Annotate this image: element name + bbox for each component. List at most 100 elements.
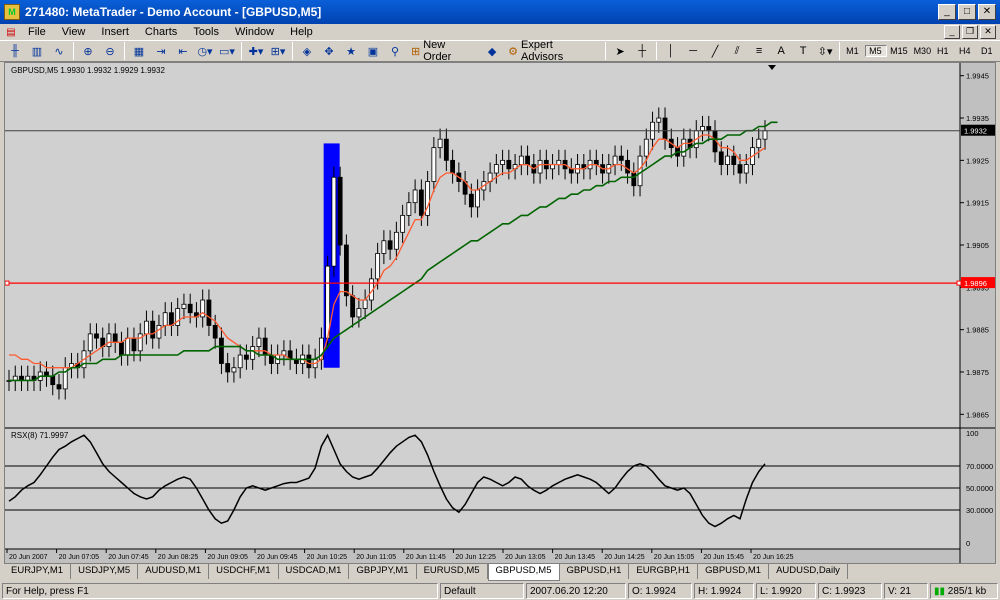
timeframe-m15[interactable]: M15 — [887, 46, 910, 56]
time-tick-label: 20 Jun 09:45 — [257, 554, 298, 561]
tab-usdcad[interactable]: USDCAD,M1 — [279, 564, 350, 579]
menu-window[interactable]: Window — [227, 26, 282, 38]
navigator-icon[interactable]: ◈ — [298, 42, 316, 60]
favorites-icon[interactable]: ★ — [342, 42, 360, 60]
timeframe-d1[interactable]: D1 — [978, 46, 1000, 56]
zoom-out-icon[interactable]: ⊖ — [101, 42, 119, 60]
indicator-label: RSX(8) 71.9997 — [11, 431, 69, 440]
tab-eurjpy[interactable]: EURJPY,M1 — [4, 564, 72, 579]
candle-body — [362, 299, 368, 309]
minimize-button[interactable]: _ — [938, 4, 956, 20]
tab-gbpusd-m1[interactable]: GBPUSD,M1 — [698, 564, 770, 579]
chart-window[interactable]: 1.99451.99351.99251.99151.99051.98951.98… — [4, 62, 996, 564]
timeframe-m30[interactable]: M30 — [911, 46, 934, 56]
time-tick-label: 20 Jun 07:05 — [59, 554, 100, 561]
metaeditor-icon[interactable]: ◆ — [483, 42, 501, 60]
chart-restore-button[interactable]: ❐ — [962, 25, 978, 39]
candle-body — [493, 164, 499, 174]
chart-minimize-button[interactable]: _ — [944, 25, 960, 39]
strategy-tester-icon[interactable]: ⚲ — [386, 42, 404, 60]
expert-advisors-button[interactable]: ⚙ Expert Advisors — [505, 39, 600, 63]
menu-bar: ▤ File View Insert Charts Tools Window H… — [0, 24, 1000, 40]
time-tick-label: 20 Jun 09:05 — [207, 554, 248, 561]
candle-body — [431, 147, 437, 182]
candle-body — [206, 299, 212, 326]
tab-audusd-daily[interactable]: AUDUSD,Daily — [769, 564, 848, 579]
tab-gbpusd-h1[interactable]: GBPUSD,H1 — [560, 564, 630, 579]
status-volume: V: 21 — [884, 583, 928, 599]
candle-body — [406, 202, 412, 216]
menu-tools[interactable]: Tools — [185, 26, 227, 38]
price-tick-label: 1.9945 — [966, 72, 989, 81]
bar-chart-icon[interactable]: ╫ — [6, 42, 24, 60]
menu-view[interactable]: View — [54, 26, 94, 38]
time-tick-label: 20 Jun 07:45 — [108, 554, 149, 561]
fibonacci-icon[interactable]: ≡ — [750, 42, 768, 60]
candle-body — [337, 176, 343, 246]
market-watch-icon[interactable]: ✥ — [320, 42, 338, 60]
status-profile: Default — [440, 583, 524, 599]
tab-usdchf[interactable]: USDCHF,M1 — [209, 564, 279, 579]
tab-eurgbp[interactable]: EURGBP,H1 — [629, 564, 699, 579]
candlestick-icon[interactable]: ▥ — [28, 42, 46, 60]
cursor-icon[interactable]: ➤ — [611, 42, 629, 60]
autoscroll-icon[interactable]: ⇥ — [152, 42, 170, 60]
price-tick-label: 1.9885 — [966, 326, 989, 335]
tab-audusd[interactable]: AUDUSD,M1 — [138, 564, 210, 579]
candle-body — [718, 151, 724, 165]
menu-charts[interactable]: Charts — [137, 26, 185, 38]
timeframe-m1[interactable]: M1 — [843, 46, 865, 56]
menu-file[interactable]: File — [20, 26, 54, 38]
templates-icon[interactable]: ▭▾ — [218, 42, 236, 60]
menu-insert[interactable]: Insert — [93, 26, 137, 38]
time-tick-label: 20 Jun 13:05 — [505, 554, 546, 561]
tab-usdjpy[interactable]: USDJPY,M5 — [71, 564, 139, 579]
candle-body — [94, 333, 99, 339]
time-tick-label: 20 Jun 14:25 — [604, 554, 645, 561]
candle-body — [350, 295, 356, 318]
candle-body — [681, 138, 687, 157]
candle-body — [169, 312, 174, 326]
tab-gbpusd-m5[interactable]: GBPUSD,M5 — [487, 564, 560, 581]
tab-eurusd[interactable]: EURUSD,M5 — [417, 564, 488, 579]
timeframe-h4[interactable]: H4 — [956, 46, 978, 56]
candle-body — [537, 159, 543, 174]
zoom-in-icon[interactable]: ⊕ — [79, 42, 97, 60]
menu-help[interactable]: Help — [282, 26, 321, 38]
chart-close-button[interactable]: ✕ — [980, 25, 996, 39]
candle-body — [393, 231, 399, 250]
chart-window-icon[interactable]: ▤ — [4, 23, 18, 41]
channel-icon[interactable]: ⫽ — [728, 42, 746, 60]
window-title: 271480: MetaTrader - Demo Account - [GBP… — [25, 5, 322, 19]
horizontal-line-icon[interactable]: ─ — [684, 42, 702, 60]
candle-body — [643, 138, 649, 157]
maximize-button[interactable]: □ — [958, 4, 976, 20]
terminal-icon[interactable]: ▣ — [364, 42, 382, 60]
price-chart[interactable]: 1.99451.99351.99251.99151.99051.98951.98… — [5, 63, 995, 563]
vertical-line-icon[interactable]: │ — [662, 42, 680, 60]
indicators-icon[interactable]: ✚▾ — [247, 42, 265, 60]
price-tick-label: 1.9935 — [966, 114, 989, 123]
tab-gbpjpy[interactable]: GBPJPY,M1 — [349, 564, 417, 579]
text-tool[interactable]: A — [772, 42, 790, 60]
new-order-button[interactable]: ⊞ New Order — [408, 39, 479, 63]
price-tick-label: 1.9875 — [966, 368, 989, 377]
tile-windows-icon[interactable]: ▦ — [130, 42, 148, 60]
timeframe-h1[interactable]: H1 — [934, 46, 956, 56]
metatrader-app-icon[interactable]: M — [4, 4, 20, 20]
crosshair-icon[interactable]: ┼ — [633, 42, 651, 60]
periods-icon[interactable]: ◷▾ — [196, 42, 214, 60]
timeframe-m5[interactable]: M5 — [865, 45, 888, 57]
line-chart-icon[interactable]: ∿ — [50, 42, 68, 60]
toolbar: ╫ ▥ ∿ ⊕ ⊖ ▦ ⇥ ⇤ ◷▾ ▭▾ ✚▾ ⊞▾ ◈ ✥ ★ ▣ ⚲ ⊞ N… — [0, 39, 1000, 63]
arrows-icon[interactable]: ⇳▾ — [816, 42, 834, 60]
price-pane — [5, 63, 960, 427]
chart-shift-icon[interactable]: ⇤ — [174, 42, 192, 60]
close-button[interactable]: ✕ — [978, 4, 996, 20]
price-tick-label: 1.9865 — [966, 410, 989, 419]
text-label-icon[interactable]: T — [794, 42, 812, 60]
status-close: C: 1.9923 — [818, 583, 882, 599]
trendline-icon[interactable]: ╱ — [706, 42, 724, 60]
title-bar: M 271480: MetaTrader - Demo Account - [G… — [0, 0, 1000, 24]
crosshair-window-icon[interactable]: ⊞▾ — [269, 42, 287, 60]
